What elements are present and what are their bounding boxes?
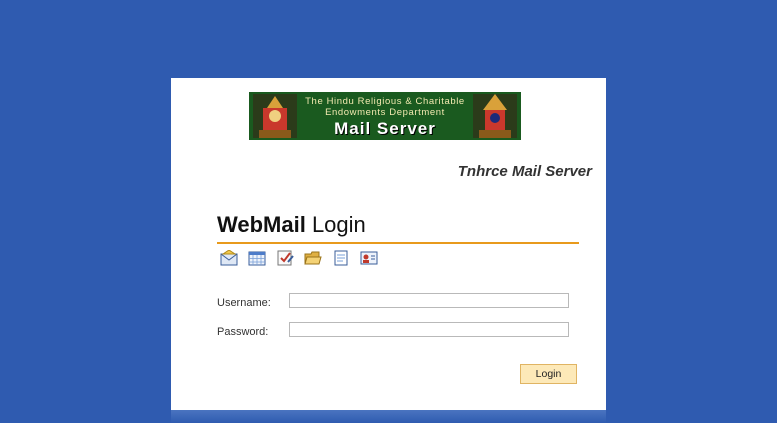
contacts-icon[interactable] xyxy=(360,250,378,266)
mail-icon[interactable] xyxy=(220,250,238,266)
password-input[interactable] xyxy=(289,322,569,337)
page-title: WebMail Login xyxy=(217,212,366,238)
deity-image-right xyxy=(473,94,517,138)
module-toolbar xyxy=(220,250,378,266)
notes-icon[interactable] xyxy=(332,250,350,266)
banner-title: Mail Server xyxy=(334,119,436,138)
title-bold: WebMail xyxy=(217,212,306,237)
username-label: Username: xyxy=(217,297,271,309)
tasks-icon[interactable] xyxy=(276,250,294,266)
title-rest: Login xyxy=(305,212,366,237)
username-input[interactable] xyxy=(289,293,569,308)
heading-divider xyxy=(217,242,579,244)
panel-shadow xyxy=(171,410,606,423)
department-banner-logo: The Hindu Religious & Charitable Endowme… xyxy=(249,92,521,140)
login-panel: The Hindu Religious & Charitable Endowme… xyxy=(171,78,606,410)
login-button[interactable]: Login xyxy=(520,364,577,384)
server-title: Tnhrce Mail Server xyxy=(457,163,592,180)
calendar-icon[interactable] xyxy=(248,250,266,266)
password-label: Password: xyxy=(217,326,269,338)
folders-icon[interactable] xyxy=(304,250,322,266)
